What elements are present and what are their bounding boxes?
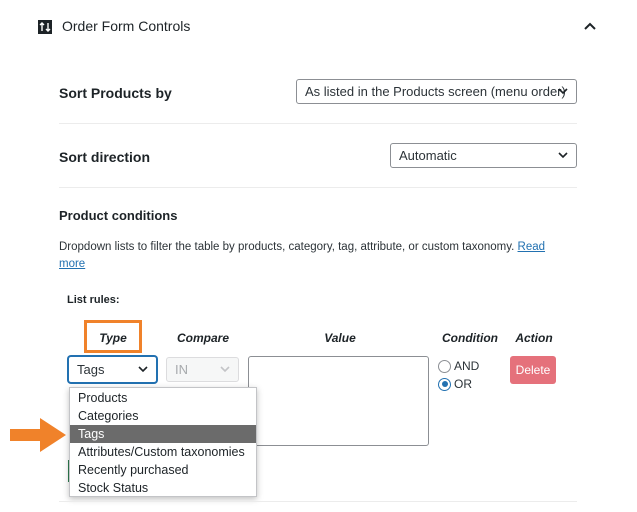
divider — [59, 123, 577, 124]
column-header-value: Value — [324, 331, 356, 345]
column-header-compare: Compare — [176, 331, 229, 345]
condition-and-radio[interactable]: AND — [438, 359, 479, 373]
sort-controls-icon — [38, 20, 52, 34]
list-rules-label: List rules: — [67, 294, 120, 306]
divider — [59, 501, 577, 502]
arrow-right-icon — [10, 418, 66, 452]
divider — [59, 187, 577, 188]
chevron-down-icon — [220, 365, 230, 372]
sort-direction-label: Sort direction — [59, 149, 151, 165]
type-highlight-box — [84, 320, 142, 353]
sort-products-select[interactable]: As listed in the Products screen (menu o… — [296, 79, 577, 104]
delete-button[interactable]: Delete — [510, 356, 556, 384]
type-select-value: Tags — [77, 362, 105, 377]
sort-direction-value: Automatic — [399, 148, 457, 163]
read-more-link[interactable]: more — [59, 258, 85, 270]
chevron-down-icon — [558, 87, 568, 94]
chevron-up-icon[interactable] — [582, 20, 598, 32]
description-text: Dropdown lists to filter the table by pr… — [59, 241, 515, 253]
read-more-link-part2[interactable]: more — [59, 258, 85, 270]
product-conditions-description: Dropdown lists to filter the table by pr… — [59, 239, 569, 273]
product-conditions-heading: Product conditions — [59, 208, 178, 223]
condition-and-label: AND — [454, 359, 480, 373]
read-more-link[interactable]: Read — [518, 241, 546, 253]
type-select[interactable]: Tags — [68, 356, 157, 383]
chevron-down-icon — [558, 151, 568, 158]
read-more-link-part1[interactable]: Read — [518, 241, 546, 253]
type-option-recently-purchased[interactable]: Recently purchased — [70, 461, 256, 479]
column-header-action: Action — [515, 331, 553, 345]
type-option-categories[interactable]: Categories — [70, 407, 256, 425]
type-option-products[interactable]: Products — [70, 389, 256, 407]
type-option-stock-status[interactable]: Stock Status — [70, 479, 256, 497]
column-header-condition: Condition — [442, 331, 498, 345]
compare-select: IN — [166, 357, 239, 382]
type-option-attributes[interactable]: Attributes/Custom taxonomies — [70, 443, 256, 461]
compare-select-value: IN — [175, 362, 188, 377]
panel-title: Order Form Controls — [62, 18, 191, 34]
type-option-tags[interactable]: Tags — [70, 425, 256, 443]
radio-button[interactable] — [438, 359, 451, 373]
value-multiselect[interactable] — [248, 356, 429, 446]
condition-or-label: OR — [454, 377, 472, 391]
sort-direction-select[interactable]: Automatic — [390, 143, 577, 168]
type-dropdown-list[interactable]: Products Categories Tags Attributes/Cust… — [69, 387, 257, 497]
sort-products-value: As listed in the Products screen (menu o… — [305, 84, 566, 99]
condition-or-radio[interactable]: OR — [438, 377, 472, 391]
sort-products-label: Sort Products by — [59, 85, 172, 101]
chevron-down-icon — [138, 365, 148, 372]
radio-button-checked[interactable] — [438, 377, 451, 391]
